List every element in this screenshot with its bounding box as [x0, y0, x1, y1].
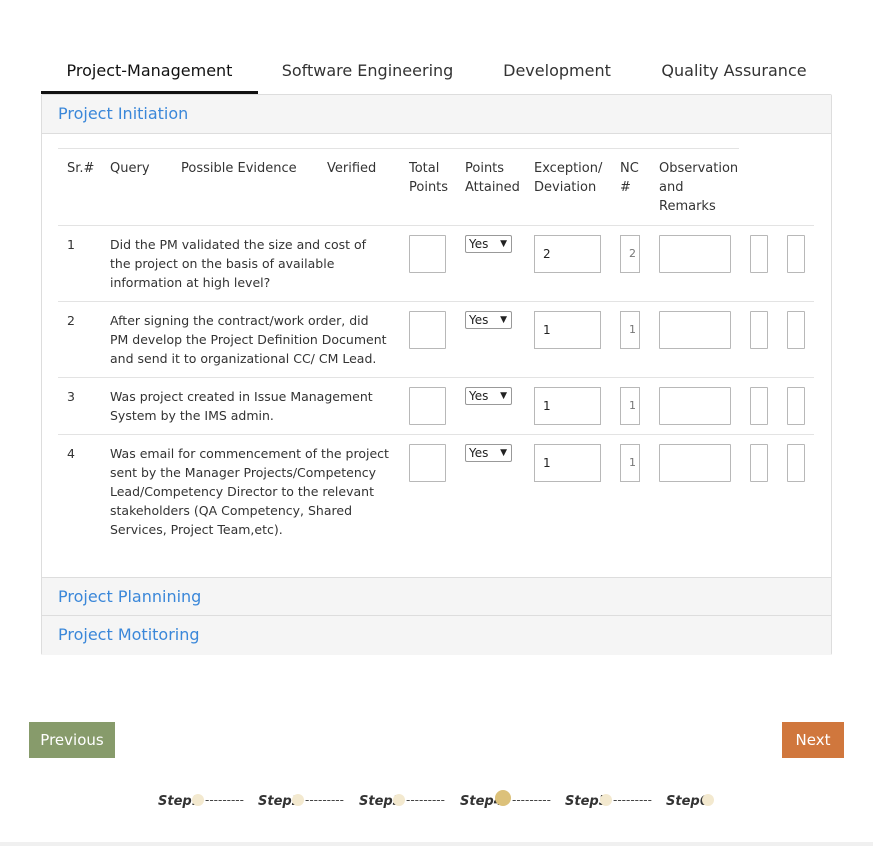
- total-points-input[interactable]: [409, 311, 446, 349]
- next-button[interactable]: Next: [782, 722, 844, 758]
- row-query-text: Did the PM validated the size and cost o…: [110, 237, 367, 290]
- step-connector: ---------: [406, 793, 445, 807]
- row-divider: [58, 225, 814, 226]
- dropdown-arrow-icon: ▼: [500, 448, 507, 458]
- points-attained-select[interactable]: Yes ▼: [465, 235, 512, 253]
- extra-input-a[interactable]: [750, 387, 768, 425]
- step-dot-icon[interactable]: [393, 794, 405, 806]
- total-points-input[interactable]: [409, 235, 446, 273]
- nc-number-input[interactable]: 1: [620, 311, 640, 349]
- row-sr-number: 4: [67, 446, 75, 461]
- exception-input[interactable]: 2: [534, 235, 601, 273]
- step-connector: ---------: [512, 793, 551, 807]
- header-query: Query: [110, 161, 150, 176]
- row-divider: [58, 377, 814, 378]
- row-query-text: Was project created in Issue Management …: [110, 389, 373, 423]
- observation-input[interactable]: [659, 387, 731, 425]
- step-dot-icon[interactable]: [292, 794, 304, 806]
- tab-quality-assurance[interactable]: Quality Assurance: [649, 52, 819, 94]
- header-possible-evidence: Possible Evidence: [181, 161, 297, 176]
- row-query-text: After signing the contract/work order, d…: [110, 313, 387, 366]
- header-total-points: Total Points: [409, 161, 449, 195]
- step-connector: ---------: [205, 793, 244, 807]
- points-attained-select[interactable]: Yes ▼: [465, 387, 512, 405]
- points-attained-select[interactable]: Yes ▼: [465, 444, 512, 462]
- nc-number-input[interactable]: 1: [620, 444, 640, 482]
- step-dot-active-icon[interactable]: [495, 790, 511, 806]
- tab-development[interactable]: Development: [481, 52, 633, 94]
- header-observation-remarks: Observation and Remarks: [659, 161, 739, 214]
- row-divider: [58, 301, 814, 302]
- step-connector: ---------: [613, 793, 652, 807]
- step-connector: ---------: [305, 793, 344, 807]
- tab-project-management[interactable]: Project-Management: [41, 52, 258, 94]
- header-points-attained: Points Attained: [465, 161, 520, 195]
- extra-input-b[interactable]: [787, 387, 805, 425]
- header-verified: Verified: [327, 161, 377, 176]
- step-dot-icon[interactable]: [600, 794, 612, 806]
- dropdown-arrow-icon: ▼: [500, 239, 507, 249]
- extra-input-b[interactable]: [787, 235, 805, 273]
- section-project-initiation[interactable]: Project Initiation: [42, 95, 831, 134]
- extra-input-a[interactable]: [750, 444, 768, 482]
- row-divider: [58, 434, 814, 435]
- dropdown-arrow-icon: ▼: [500, 315, 507, 325]
- observation-input[interactable]: [659, 235, 731, 273]
- header-sr: Sr.#: [67, 161, 95, 176]
- row-sr-number: 2: [67, 313, 75, 328]
- tab-software-engineering[interactable]: Software Engineering: [266, 52, 469, 94]
- dropdown-arrow-icon: ▼: [500, 391, 507, 401]
- extra-input-a[interactable]: [750, 311, 768, 349]
- observation-input[interactable]: [659, 444, 731, 482]
- exception-input[interactable]: 1: [534, 444, 601, 482]
- extra-input-a[interactable]: [750, 235, 768, 273]
- extra-input-b[interactable]: [787, 444, 805, 482]
- step-dot-icon[interactable]: [702, 794, 714, 806]
- nc-number-input[interactable]: 1: [620, 387, 640, 425]
- previous-button[interactable]: Previous: [29, 722, 115, 758]
- total-points-input[interactable]: [409, 444, 446, 482]
- total-points-input[interactable]: [409, 387, 446, 425]
- table-top-divider: [58, 148, 739, 149]
- exception-input[interactable]: 1: [534, 387, 601, 425]
- step-dot-icon[interactable]: [192, 794, 204, 806]
- header-exception-deviation: Exception/ Deviation: [534, 161, 603, 195]
- nc-number-input[interactable]: 2: [620, 235, 640, 273]
- extra-input-b[interactable]: [787, 311, 805, 349]
- section-project-monitoring[interactable]: Project Motitoring: [42, 616, 831, 655]
- section-project-planning[interactable]: Project Plannining: [42, 577, 831, 616]
- points-attained-select[interactable]: Yes ▼: [465, 311, 512, 329]
- page-bottom-divider: [0, 842, 873, 846]
- row-query-text: Was email for commencement of the projec…: [110, 446, 389, 537]
- header-nc-number: NC #: [620, 161, 639, 195]
- row-sr-number: 3: [67, 389, 75, 404]
- exception-input[interactable]: 1: [534, 311, 601, 349]
- observation-input[interactable]: [659, 311, 731, 349]
- category-tabs: Project-Management Software Engineering …: [41, 52, 832, 94]
- step-progress: Step1 --------- Step2 --------- Step3 --…: [0, 790, 873, 814]
- row-sr-number: 1: [67, 237, 75, 252]
